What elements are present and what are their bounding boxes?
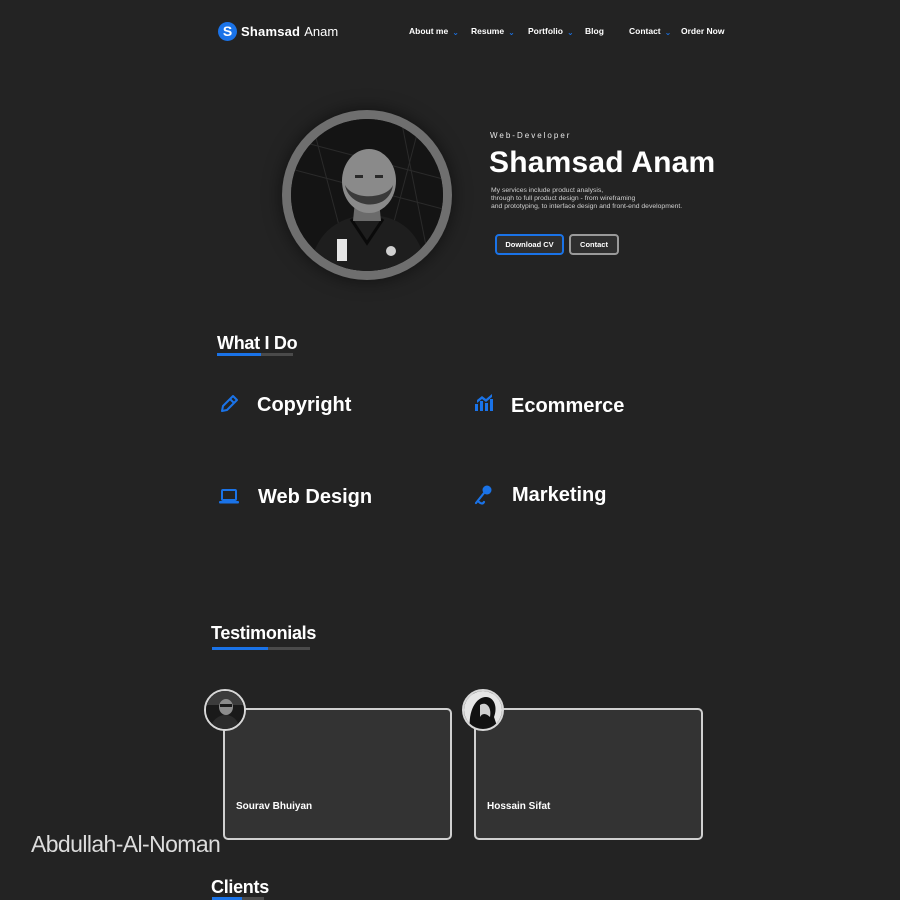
nav-label: Order Now — [681, 26, 725, 36]
hero-role: Web-Developer — [490, 131, 572, 140]
brand-logo[interactable]: S Shamsad Anam — [218, 20, 338, 42]
nav-item-contact[interactable]: Contact ⌄ — [629, 24, 671, 38]
download-cv-button[interactable]: Download CV — [495, 234, 564, 255]
chevron-down-icon: ⌄ — [566, 27, 574, 37]
logo-badge-icon: S — [218, 21, 237, 41]
testimonial-author: Sourav Bhuiyan — [236, 801, 313, 812]
testimonial-card — [223, 708, 452, 840]
profile-avatar — [282, 110, 452, 280]
nav-label: Resume — [471, 26, 505, 36]
chevron-down-icon: ⌄ — [508, 27, 515, 37]
chart-icon — [475, 394, 493, 411]
nav-item-resume[interactable]: Resume ⌄ — [471, 24, 515, 38]
nav-label: Contact — [629, 26, 661, 36]
service-web-design — [218, 485, 240, 507]
nav-item-order-now[interactable]: Order Now — [681, 24, 724, 38]
person-photo-icon — [464, 691, 502, 729]
contact-button[interactable]: Contact — [569, 234, 619, 255]
laptop-icon — [219, 489, 239, 504]
person-photo-icon — [291, 119, 443, 271]
watermark-text: Abdullah-Al-Noman — [31, 831, 221, 857]
brand-last-name: Anam — [304, 23, 339, 39]
profile-photo — [291, 119, 443, 271]
chevron-down-icon: ⌄ — [664, 27, 672, 37]
hero-description: My services include product analysis, th… — [491, 187, 721, 211]
what-i-do-underline — [217, 353, 293, 356]
service-marketing — [472, 484, 494, 506]
testimonials-underline — [212, 647, 310, 650]
testimonial-avatar — [204, 689, 246, 731]
testimonial-card — [474, 708, 703, 840]
nav-item-portfolio[interactable]: Portfolio ⌄ — [528, 24, 574, 38]
service-ecommerce — [473, 392, 495, 414]
hero-description-line: My services include product analysis, — [491, 187, 604, 194]
service-copyright — [218, 393, 240, 415]
what-i-do-title: What I Do — [217, 333, 298, 353]
pencil-icon — [221, 395, 238, 412]
nav-item-about-me[interactable]: About me ⌄ — [409, 24, 459, 38]
testimonials-title: Testimonials — [211, 623, 317, 643]
brand-first-name: Shamsad — [241, 23, 301, 39]
testimonial-avatar — [462, 689, 504, 731]
chevron-down-icon: ⌄ — [452, 27, 459, 37]
hero-description-line: and prototyping, to interface design and… — [491, 203, 683, 210]
microphone-icon — [474, 485, 492, 505]
nav-label: Blog — [585, 26, 604, 36]
service-label: Ecommerce — [511, 395, 625, 417]
service-label: Marketing — [512, 484, 607, 506]
service-label: Web Design — [258, 486, 373, 508]
clients-title: Clients — [211, 877, 269, 897]
hero-name: Shamsad Anam — [489, 146, 716, 179]
testimonial-author: Hossain Sifat — [487, 801, 551, 812]
nav-label: About me — [409, 26, 449, 36]
nav-item-blog[interactable]: Blog — [585, 24, 604, 38]
service-label: Copyright — [257, 394, 352, 416]
nav-label: Portfolio — [528, 26, 563, 36]
hero-description-line: through to full product design - from wi… — [491, 195, 636, 202]
person-photo-icon — [206, 691, 244, 729]
